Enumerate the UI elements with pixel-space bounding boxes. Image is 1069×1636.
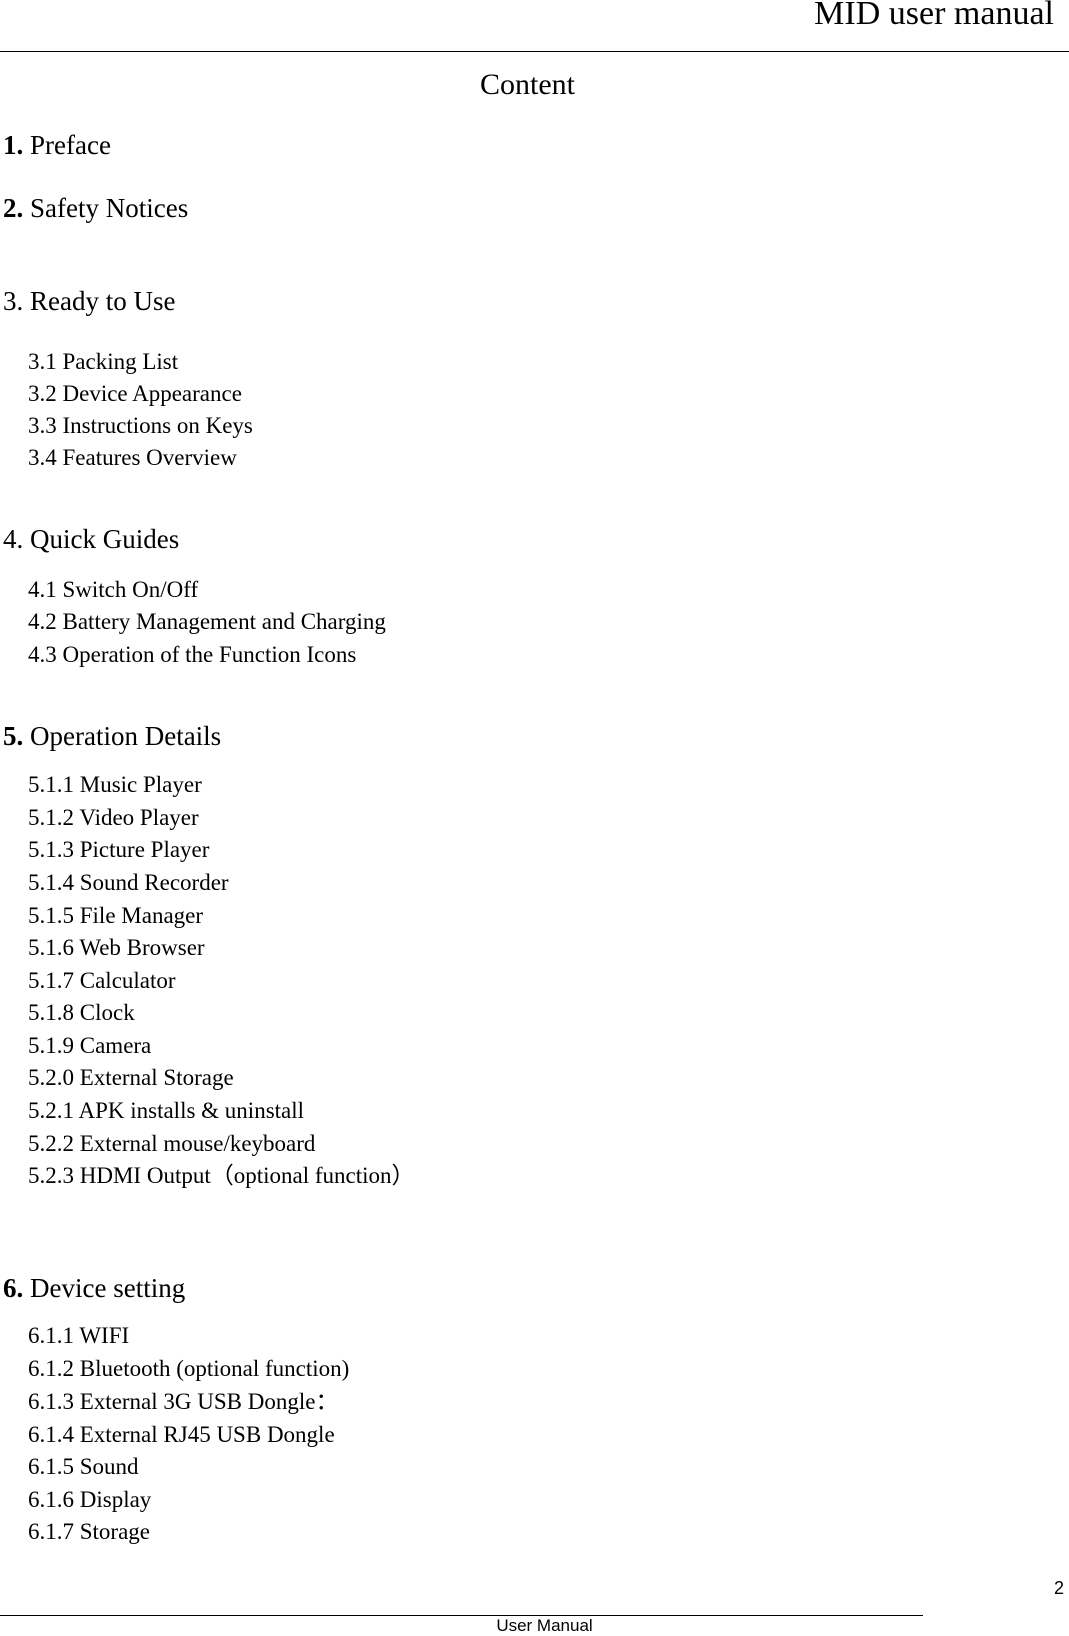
toc-subsection[interactable]: 3.4 Features Overview (28, 444, 237, 472)
toc-subsection[interactable]: 6.1.2 Bluetooth (optional function) (28, 1355, 349, 1383)
section-title: Quick Guides (30, 524, 180, 554)
toc-subsection[interactable]: 6.1.7 Storage (28, 1518, 150, 1546)
toc-subsection[interactable]: 3.1 Packing List (28, 348, 178, 376)
toc-subsection[interactable]: 5.1.5 File Manager (28, 902, 203, 930)
toc-subsection[interactable]: 5.1.2 Video Player (28, 804, 199, 832)
toc-subsection[interactable]: 5.2.2 External mouse/keyboard (28, 1130, 315, 1158)
section-number: 5. (3, 721, 24, 751)
toc-subsection[interactable]: 6.1.6 Display (28, 1486, 151, 1514)
toc-subsection[interactable]: 5.2.0 External Storage (28, 1064, 234, 1092)
section-number: 3. (3, 286, 24, 316)
toc-subsection[interactable]: 5.1.8 Clock (28, 999, 135, 1027)
toc-section[interactable]: 6. Device setting (3, 1272, 185, 1304)
section-number: 1. (3, 130, 24, 160)
toc-subsection[interactable]: 6.1.1 WIFI (28, 1322, 129, 1350)
toc-subsection[interactable]: 3.3 Instructions on Keys (28, 412, 253, 440)
toc-section[interactable]: 1. Preface (3, 129, 111, 161)
toc-subsection[interactable]: 5.1.1 Music Player (28, 771, 202, 799)
toc-subsection[interactable]: 5.1.6 Web Browser (28, 934, 205, 962)
toc-subsection[interactable]: 5.1.9 Camera (28, 1032, 151, 1060)
section-title: Ready to Use (30, 286, 176, 316)
toc-subsection[interactable]: 5.2.3 HDMI Output（optional function） (28, 1162, 415, 1190)
section-title: Device setting (30, 1273, 186, 1303)
toc-section[interactable]: 5. Operation Details (3, 720, 221, 752)
section-number: 2. (3, 193, 24, 223)
page-number: 2 (1053, 1578, 1064, 1598)
toc-title: Content (480, 68, 575, 101)
toc-section[interactable]: 4. Quick Guides (3, 523, 179, 555)
toc-subsection[interactable]: 6.1.4 External RJ45 USB Dongle (28, 1421, 335, 1449)
document-title: MID user manual (814, 0, 1054, 32)
toc-subsection[interactable]: 5.2.1 APK installs & uninstall (28, 1097, 304, 1125)
toc-section[interactable]: 3. Ready to Use (3, 285, 175, 317)
toc-subsection[interactable]: 6.1.3 External 3G USB Dongle： (28, 1388, 338, 1416)
toc-subsection[interactable]: 5.1.3 Picture Player (28, 836, 209, 864)
toc-subsection[interactable]: 5.1.4 Sound Recorder (28, 869, 229, 897)
section-title: Safety Notices (30, 193, 189, 223)
header-divider (0, 51, 1069, 52)
toc-subsection[interactable]: 4.3 Operation of the Function Icons (28, 641, 356, 669)
toc-subsection[interactable]: 4.2 Battery Management and Charging (28, 608, 386, 636)
toc-section[interactable]: 2. Safety Notices (3, 192, 188, 224)
footer-text: User Manual (496, 1616, 593, 1635)
section-number: 6. (3, 1273, 24, 1303)
toc-subsection[interactable]: 3.2 Device Appearance (28, 380, 242, 408)
section-title: Preface (30, 130, 111, 160)
toc-subsection[interactable]: 5.1.7 Calculator (28, 967, 176, 995)
section-number: 4. (3, 524, 24, 554)
toc-subsection[interactable]: 6.1.5 Sound (28, 1453, 139, 1481)
toc-subsection[interactable]: 4.1 Switch On/Off (28, 576, 198, 604)
section-title: Operation Details (30, 721, 222, 751)
